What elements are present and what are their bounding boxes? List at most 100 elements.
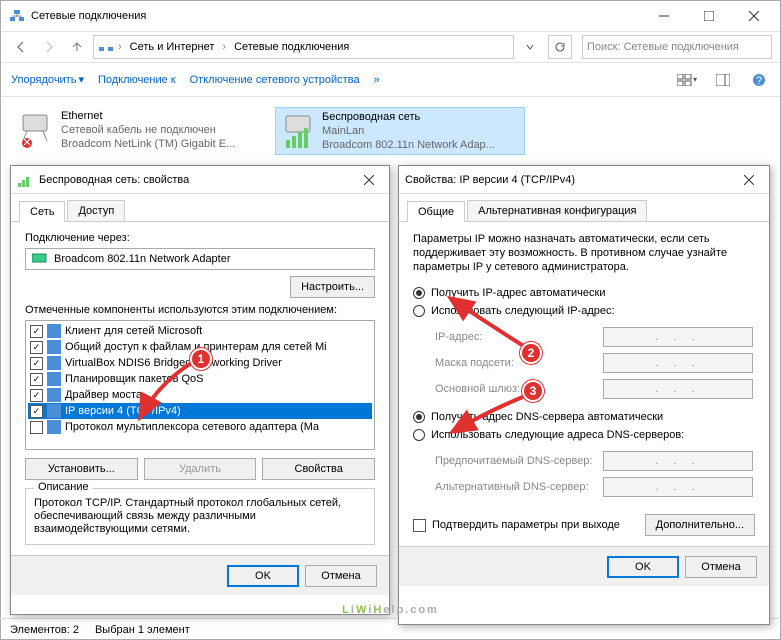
checkbox-icon[interactable] xyxy=(30,421,43,434)
confirm-on-exit-label: Подтвердить параметры при выходе xyxy=(432,519,620,531)
preview-pane-icon[interactable] xyxy=(712,69,734,91)
maximize-button[interactable] xyxy=(686,2,731,30)
dns2-input: . . . xyxy=(603,477,753,497)
status-count: Элементов: 2 xyxy=(10,624,79,636)
refresh-button[interactable] xyxy=(548,35,572,59)
cancel-button[interactable]: Отмена xyxy=(305,565,377,587)
connection-item-wireless[interactable]: Беспроводная сеть MainLan Broadcom 802.1… xyxy=(275,107,525,155)
dns1-label: Предпочитаемый DNS-сервер: xyxy=(435,455,595,467)
ok-button[interactable]: OK xyxy=(607,556,679,578)
close-button[interactable] xyxy=(355,169,383,191)
checkbox-icon[interactable]: ✓ xyxy=(30,389,43,402)
tab-bar: Сеть Доступ xyxy=(11,194,389,222)
breadcrumb[interactable]: › Сеть и Интернет › Сетевые подключения xyxy=(93,35,514,59)
command-toolbar: Упорядочить ▾ Подключение к Отключение с… xyxy=(1,63,780,97)
back-button[interactable] xyxy=(9,35,33,59)
description-text: Протокол TCP/IP. Стандартный протокол гл… xyxy=(34,497,366,536)
tab-network[interactable]: Сеть xyxy=(19,201,65,222)
components-label: Отмеченные компоненты используются этим … xyxy=(25,304,375,316)
intro-text: Параметры IP можно назначать автоматичес… xyxy=(413,232,755,274)
window-title: Сетевые подключения xyxy=(31,10,641,22)
chevron-down-icon: ▾ xyxy=(78,73,84,86)
help-icon[interactable]: ? xyxy=(748,69,770,91)
component-label: Клиент для сетей Microsoft xyxy=(65,325,202,337)
component-properties-button[interactable]: Свойства xyxy=(262,458,375,480)
toolbar-more[interactable]: » xyxy=(374,74,380,86)
checkbox-icon[interactable]: ✓ xyxy=(30,405,43,418)
component-icon xyxy=(47,388,61,402)
close-button[interactable] xyxy=(731,2,776,30)
radio-icon xyxy=(413,287,425,299)
annotation-badge-2: 2 xyxy=(520,342,542,364)
breadcrumb-icon xyxy=(98,38,114,57)
component-icon xyxy=(47,372,61,386)
confirm-on-exit-checkbox[interactable] xyxy=(413,519,426,532)
dialog-titlebar: Свойства: IP версии 4 (TCP/IPv4) xyxy=(399,166,769,194)
description-group: Описание Протокол TCP/IP. Стандартный пр… xyxy=(25,488,375,545)
chevron-right-icon: › xyxy=(220,41,228,53)
install-button[interactable]: Установить... xyxy=(25,458,138,480)
component-icon xyxy=(47,404,61,418)
status-selected: Выбран 1 элемент xyxy=(95,624,190,636)
connection-adapter: Broadcom NetLink (TM) Gigabit E... xyxy=(61,137,235,151)
svg-text:?: ? xyxy=(756,75,762,87)
wifi-icon xyxy=(17,172,33,188)
component-row[interactable]: ✓ Клиент для сетей Microsoft xyxy=(28,323,372,339)
subnet-mask-input: . . . xyxy=(603,353,753,373)
connect-button[interactable]: Подключение к xyxy=(98,74,176,86)
component-icon xyxy=(47,420,61,434)
connection-name: Ethernet xyxy=(61,109,235,123)
adapter-field: Broadcom 802.11n Network Adapter xyxy=(25,248,375,270)
component-icon xyxy=(47,340,61,354)
navbar: › Сеть и Интернет › Сетевые подключения … xyxy=(1,31,780,63)
organize-menu[interactable]: Упорядочить ▾ xyxy=(11,73,84,86)
radio-icon xyxy=(413,305,425,317)
tab-bar: Общие Альтернативная конфигурация xyxy=(399,194,769,222)
configure-button[interactable]: Настроить... xyxy=(290,276,375,298)
checkbox-icon[interactable]: ✓ xyxy=(30,373,43,386)
description-legend: Описание xyxy=(34,481,93,493)
tab-general[interactable]: Общие xyxy=(407,201,465,222)
tab-alternate[interactable]: Альтернативная конфигурация xyxy=(467,200,647,221)
dialog-title: Свойства: IP версии 4 (TCP/IPv4) xyxy=(405,174,735,186)
adapter-name: Broadcom 802.11n Network Adapter xyxy=(54,253,231,265)
connection-status: Сетевой кабель не подключен xyxy=(61,123,235,137)
breadcrumb-dropdown[interactable] xyxy=(518,35,542,59)
checkbox-icon[interactable]: ✓ xyxy=(30,341,43,354)
connection-item-ethernet[interactable]: ✕ Ethernet Сетевой кабель не подключен B… xyxy=(15,107,265,155)
annotation-arrow-2 xyxy=(440,290,560,360)
minimize-button[interactable] xyxy=(641,2,686,30)
gateway-input: . . . xyxy=(603,379,753,399)
up-button[interactable] xyxy=(65,35,89,59)
component-icon xyxy=(47,356,61,370)
checkbox-icon[interactable]: ✓ xyxy=(30,357,43,370)
ethernet-icon: ✕ xyxy=(19,109,55,151)
view-options-icon[interactable]: ▾ xyxy=(676,69,698,91)
forward-button[interactable] xyxy=(37,35,61,59)
watermark: LiWiHelp.com xyxy=(342,592,439,620)
connection-name: Беспроводная сеть xyxy=(322,110,495,124)
disable-device-button[interactable]: Отключение сетевого устройства xyxy=(190,74,360,86)
dns2-label: Альтернативный DNS-сервер: xyxy=(435,481,595,493)
breadcrumb-item[interactable]: Сеть и Интернет xyxy=(126,39,219,55)
dialog-title: Беспроводная сеть: свойства xyxy=(39,174,355,186)
radio-icon xyxy=(413,429,425,441)
network-card-icon xyxy=(32,252,48,267)
svg-text:✕: ✕ xyxy=(22,137,31,149)
connect-through-label: Подключение через: xyxy=(25,232,375,244)
cancel-button[interactable]: Отмена xyxy=(685,556,757,578)
ok-button[interactable]: OK xyxy=(227,565,299,587)
app-icon xyxy=(9,8,25,24)
close-button[interactable] xyxy=(735,169,763,191)
titlebar: Сетевые подключения xyxy=(1,1,780,31)
breadcrumb-item[interactable]: Сетевые подключения xyxy=(230,39,353,55)
search-input[interactable]: Поиск: Сетевые подключения xyxy=(582,35,772,59)
wifi-icon xyxy=(280,110,316,152)
remove-button: Удалить xyxy=(144,458,257,480)
advanced-button[interactable]: Дополнительно... xyxy=(645,514,755,536)
tab-access[interactable]: Доступ xyxy=(67,200,125,221)
checkbox-icon[interactable]: ✓ xyxy=(30,325,43,338)
ip-address-input: . . . xyxy=(603,327,753,347)
dns1-input: . . . xyxy=(603,451,753,471)
annotation-arrow-3 xyxy=(440,390,560,440)
